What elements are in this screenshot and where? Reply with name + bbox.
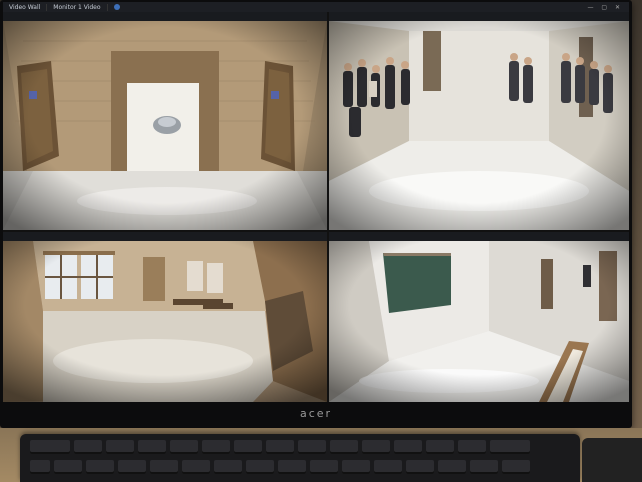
camera-feed-image (329, 21, 629, 230)
vms-topbar: Video Wall Monitor 1 Video — ▢ ✕ (3, 2, 629, 12)
tab-monitor[interactable]: Monitor 1 Video (47, 3, 108, 11)
camera-feed-image (329, 241, 629, 402)
keyboard (20, 434, 580, 482)
side-device (582, 438, 642, 482)
camera-caption (3, 232, 327, 241)
camera-feed-image (3, 21, 327, 230)
camera-caption (329, 12, 629, 21)
tab-video-wall[interactable]: Video Wall (3, 3, 48, 11)
monitor: Video Wall Monitor 1 Video — ▢ ✕ acer (0, 0, 632, 428)
monitor-screen: Video Wall Monitor 1 Video — ▢ ✕ (3, 2, 629, 402)
camera-tile-3[interactable] (3, 232, 327, 402)
keyboard-row (30, 460, 530, 474)
camera-tile-2[interactable] (329, 12, 629, 230)
keyboard-row (30, 440, 530, 454)
camera-caption (329, 232, 629, 241)
photo-scene: Video Wall Monitor 1 Video — ▢ ✕ acer (0, 0, 642, 482)
camera-feed-image (3, 241, 327, 402)
info-icon (113, 4, 120, 10)
camera-caption (3, 12, 327, 21)
window-controls[interactable]: — ▢ ✕ (587, 4, 629, 11)
monitor-brand-logo: acer (299, 407, 333, 420)
camera-tile-1[interactable] (3, 12, 327, 230)
camera-tile-4[interactable] (329, 232, 629, 402)
camera-grid (3, 12, 629, 402)
